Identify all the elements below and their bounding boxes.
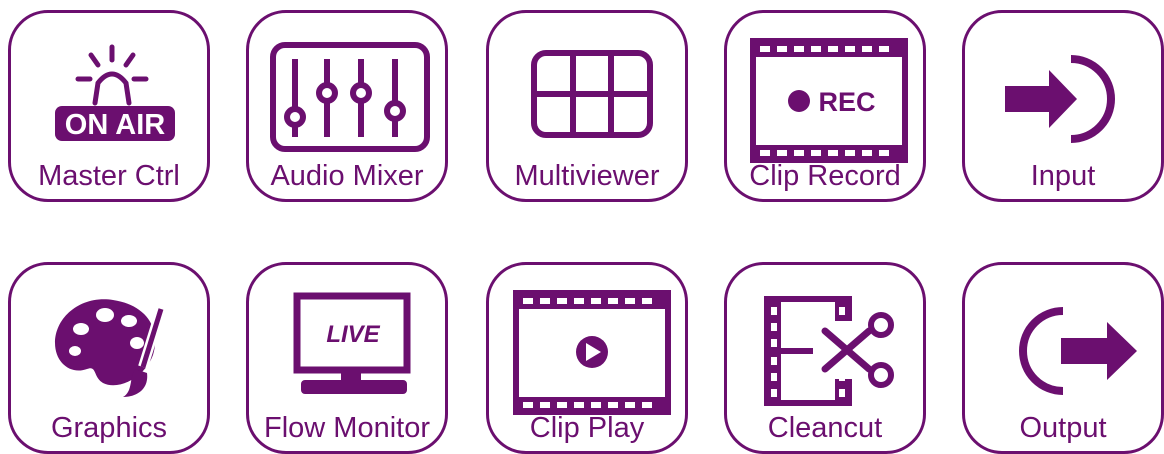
tile-label: Flow Monitor [264, 412, 430, 444]
play-film-icon [489, 265, 691, 415]
output-arrow-icon [965, 265, 1164, 415]
multiviewer-button[interactable]: Multiviewer [486, 10, 688, 202]
flow-monitor-button[interactable]: LIVE Flow Monitor [246, 262, 448, 454]
tile-label: Output [1019, 412, 1107, 444]
input-arrow-icon [965, 13, 1164, 163]
live-text: LIVE [326, 321, 380, 348]
tile-label: Clip Play [529, 412, 645, 444]
on-air-icon: ON AIR [11, 13, 213, 163]
audio-mixer-button[interactable]: Audio Mixer [246, 10, 448, 202]
palette-brush-icon [11, 265, 213, 415]
on-air-text: ON AIR [65, 109, 165, 141]
cleancut-button[interactable]: Cleancut [724, 262, 926, 454]
rec-text: REC [818, 87, 875, 117]
live-monitor-icon: LIVE [249, 265, 451, 415]
output-button[interactable]: Output [962, 262, 1164, 454]
clip-play-button[interactable]: Clip Play [486, 262, 688, 454]
multiview-grid-icon [489, 13, 691, 163]
tile-label: Master Ctrl [38, 160, 180, 192]
input-button[interactable]: Input [962, 10, 1164, 202]
clip-record-button[interactable]: REC Clip Record [724, 10, 926, 202]
graphics-button[interactable]: Graphics [8, 262, 210, 454]
tile-label: Audio Mixer [270, 160, 424, 192]
film-scissors-icon [727, 265, 929, 415]
tile-label: Cleancut [767, 412, 883, 444]
tile-label: Graphics [50, 412, 168, 444]
tile-label: Clip Record [749, 160, 901, 192]
rec-film-icon: REC [727, 13, 929, 163]
mixer-faders-icon [249, 13, 451, 163]
master-ctrl-button[interactable]: ON AIR Master Ctrl [8, 10, 210, 202]
tile-label: Multiviewer [514, 160, 660, 192]
tile-label: Input [1030, 160, 1096, 192]
